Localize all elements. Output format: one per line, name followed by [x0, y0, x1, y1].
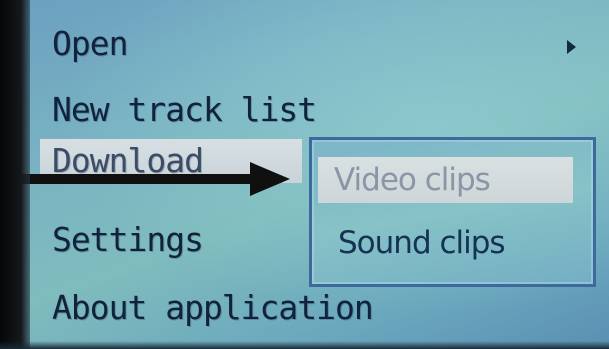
- menu-item-label: About application: [52, 288, 374, 327]
- arrow-head-icon: [250, 162, 290, 196]
- download-submenu: Video clips Sound clips: [309, 137, 596, 287]
- menu-item-label: Open: [52, 24, 128, 63]
- submenu-item-video-clips[interactable]: Video clips: [318, 157, 573, 203]
- menu-item-label: New track list: [52, 90, 317, 129]
- screen-bottom-edge: [0, 341, 609, 349]
- screen-bezel: [0, 0, 30, 349]
- triangle-right-icon: [567, 40, 576, 54]
- menu-item-new-track-list[interactable]: New track list: [52, 88, 317, 132]
- submenu-item-label: Sound clips: [338, 225, 506, 261]
- phone-screen: Open New track list Download Settings Ab…: [0, 0, 609, 349]
- menu-item-open[interactable]: Open: [52, 22, 128, 66]
- arrow-right-icon: [0, 174, 255, 184]
- menu-item-label: Settings: [52, 220, 204, 259]
- submenu-item-label: Video clips: [334, 162, 491, 198]
- menu-item-about-application[interactable]: About application: [52, 286, 374, 330]
- submenu-item-sound-clips[interactable]: Sound clips: [338, 220, 506, 266]
- menu-item-settings[interactable]: Settings: [52, 218, 204, 262]
